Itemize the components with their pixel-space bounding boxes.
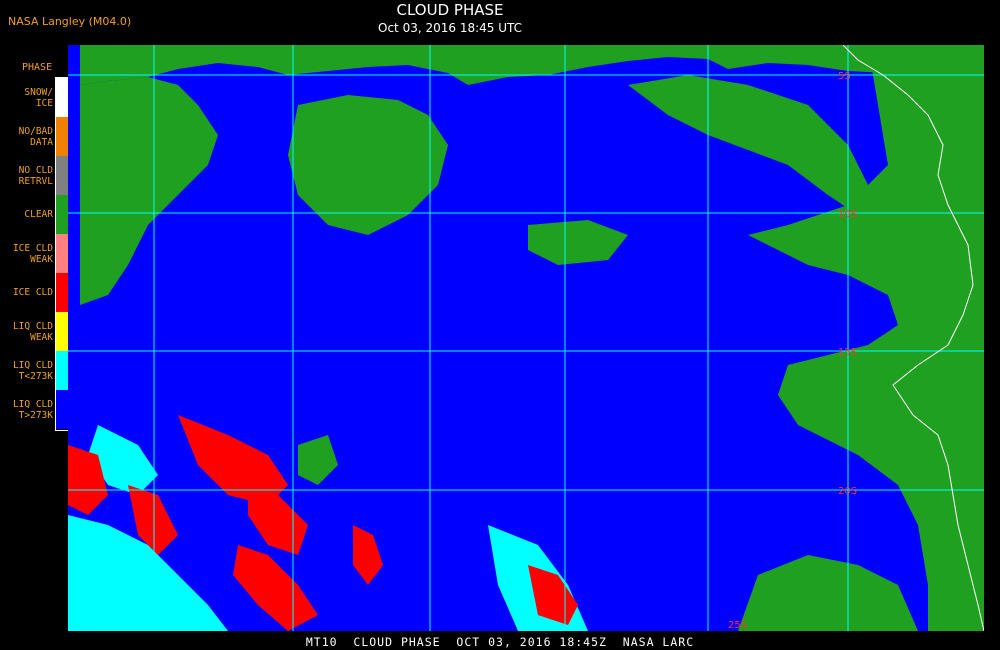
legend-label: ICE CLD (12, 287, 53, 298)
legend-label: SNOW/ ICE (24, 86, 53, 109)
lat-label: 15S (838, 347, 857, 358)
legend-label: ICE CLD WEAK (12, 242, 53, 265)
legend-label: LIQ CLD T>273K (12, 398, 53, 421)
lon-label: 10E (838, 45, 857, 46)
legend-label: NO/BAD DATA (18, 125, 53, 148)
lat-label: 25S (728, 620, 747, 631)
lat-label: 5S (838, 71, 851, 82)
lon-label: 5W (420, 45, 436, 46)
legend-title: PHASE (22, 62, 53, 73)
legend-label: LIQ CLD T<273K (12, 359, 53, 382)
lat-label: 20S (838, 486, 857, 497)
map-area: 15W 10W 5W 0 5E 10E 5S 10S 15S 20S 25S (68, 35, 985, 632)
map-title: CLOUD PHASE (396, 1, 504, 19)
footer-caption: MT10 CLOUD PHASE OCT 03, 2016 18:45Z NAS… (305, 635, 695, 649)
lon-label: 10W (283, 45, 306, 46)
legend-label: CLEAR (24, 209, 53, 220)
lon-label: 5E (698, 45, 711, 46)
legend-label: NO CLD RETRVL (18, 164, 53, 187)
lat-label: 10S (838, 209, 857, 220)
lon-label: 15W (144, 45, 167, 46)
map-timestamp: Oct 03, 2016 18:45 UTC (378, 21, 522, 35)
legend-label: LIQ CLD WEAK (12, 320, 53, 343)
lon-label: 0 (555, 45, 561, 46)
cloud-phase-map: 15W 10W 5W 0 5E 10E 5S 10S 15S 20S 25S (68, 35, 985, 632)
